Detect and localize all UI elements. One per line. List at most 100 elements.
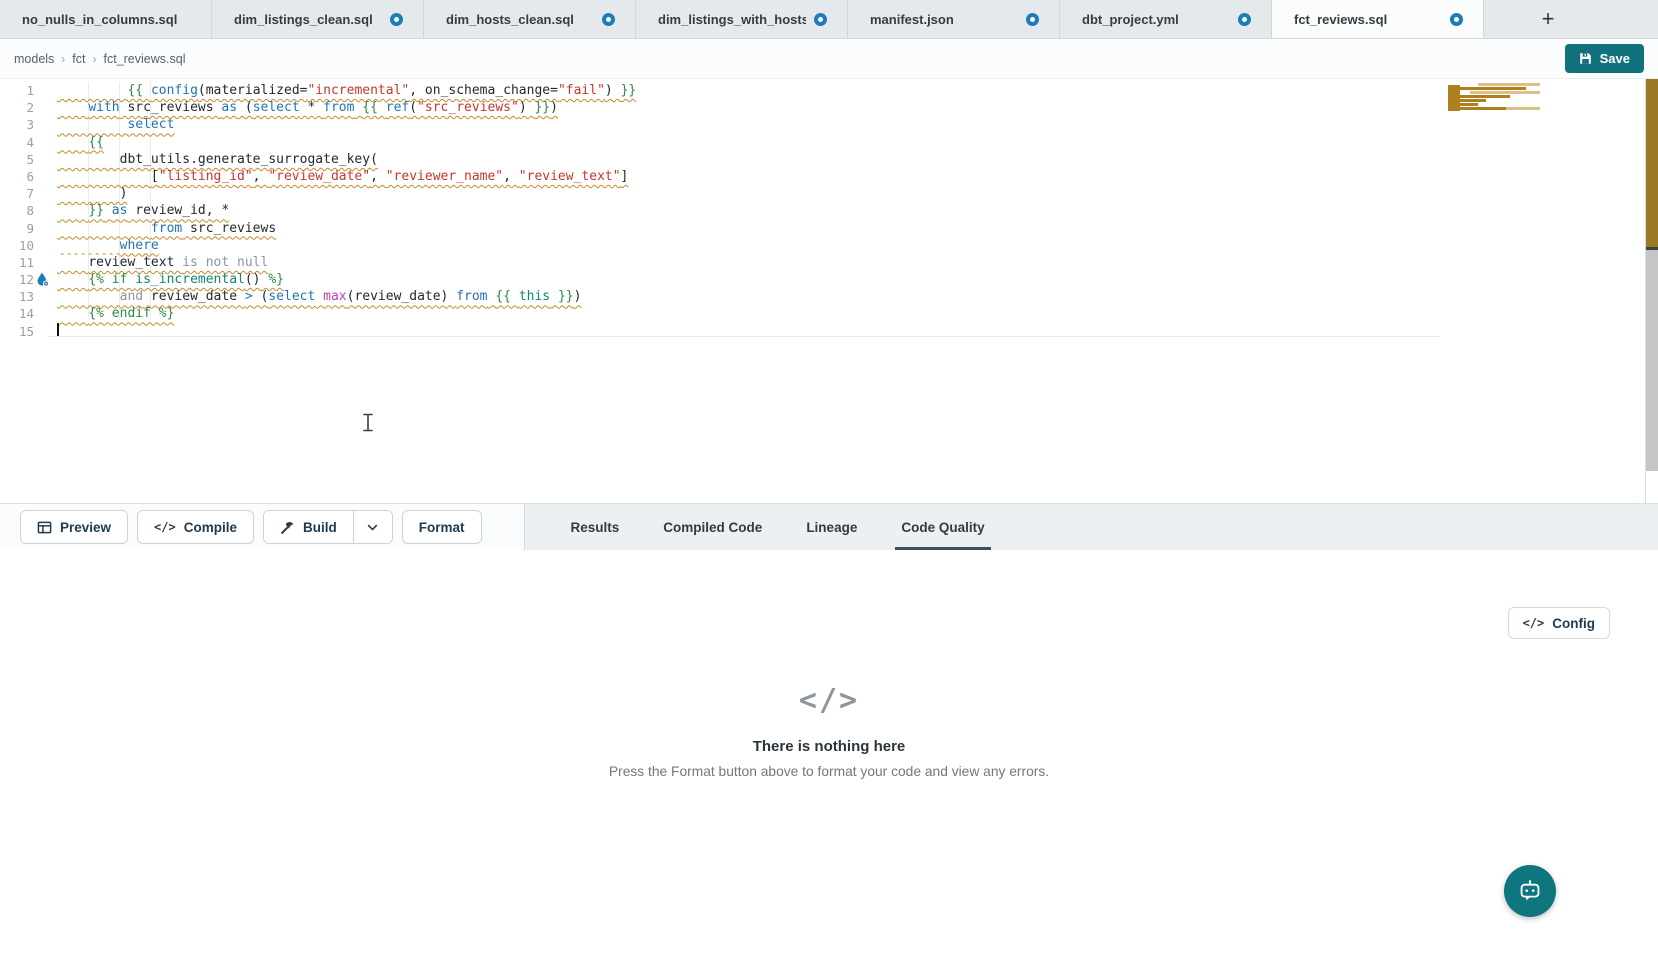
line-text: select (34, 116, 174, 133)
tab-code-quality[interactable]: Code Quality (901, 504, 984, 550)
tab-no_nulls_in_columns.sql[interactable]: no_nulls_in_columns.sql (0, 0, 212, 38)
build-button-label: Build (303, 520, 337, 535)
chat-icon (1517, 878, 1543, 904)
warning-underlined-code: with src_reviews as (select * from {{ re… (57, 100, 558, 115)
tab-label: dbt_project.yml (1082, 12, 1179, 27)
warning-underlined-code: {% endif %} (57, 306, 174, 321)
save-icon (1579, 52, 1592, 65)
breadcrumb-item[interactable]: models (14, 52, 54, 66)
line-number: 11 (0, 254, 34, 271)
unsaved-changes-dot-icon (1238, 13, 1251, 26)
tab-dim_listings_with_hosts.sql[interactable]: dim_listings_with_hosts.sql (636, 0, 848, 38)
line-number: 6 (0, 168, 34, 185)
code-line-15[interactable]: 15 (0, 323, 1658, 340)
chevron-down-icon (366, 521, 379, 534)
unsaved-changes-dot-icon (814, 13, 827, 26)
breadcrumb-bar: models › fct › fct_reviews.sql Save (0, 39, 1658, 79)
tab-compiled-code[interactable]: Compiled Code (663, 504, 762, 550)
tab-dbt_project.yml[interactable]: dbt_project.yml (1060, 0, 1272, 38)
unsaved-changes-dot-icon (602, 13, 615, 26)
line-text: {{ config(materialized="incremental", on… (34, 82, 636, 99)
warning-underlined-code: ) (57, 186, 127, 201)
line-text: dbt_utils.generate_surrogate_key( (34, 151, 378, 168)
editor-toolbar: Preview </> Compile Build Format Results Comp… (0, 503, 1658, 550)
tab-fct_reviews.sql[interactable]: fct_reviews.sql (1272, 0, 1484, 38)
code-line-10[interactable]: 10 where (0, 237, 1658, 254)
line-number: 4 (0, 134, 34, 151)
code-line-12[interactable]: 12 {% if is_incremental() %} (0, 271, 1658, 288)
code-line-4[interactable]: 4 {{ (0, 134, 1658, 151)
warning-underlined-code: {% if is_incremental() %} (57, 272, 284, 287)
line-text: and review_date > (select max(review_dat… (34, 288, 581, 305)
breadcrumb-separator-icon: › (61, 52, 65, 66)
line-number: 1 (0, 82, 34, 99)
breadcrumb-item[interactable]: fct (72, 52, 85, 66)
tab-results[interactable]: Results (571, 504, 620, 550)
new-tab-button[interactable]: + (1534, 0, 1562, 38)
line-text: {% endif %} (34, 305, 174, 322)
warning-underlined-code: and review_date > (select max(review_dat… (57, 289, 581, 304)
tab-manifest.json[interactable]: manifest.json (848, 0, 1060, 38)
unsaved-changes-dot-icon (1450, 13, 1463, 26)
line-number: 12 (0, 271, 34, 288)
empty-state-subtitle: Press the Format button above to format … (609, 764, 1049, 779)
config-button-label: Config (1552, 616, 1595, 631)
code-line-14[interactable]: 14 {% endif %} (0, 305, 1658, 322)
editor-scrollbar[interactable] (1645, 79, 1658, 503)
config-button[interactable]: </> Config (1508, 607, 1610, 639)
dbt-ide-window: no_nulls_in_columns.sql dim_listings_clea… (0, 0, 1658, 955)
code-line-6[interactable]: 6 ["listing_id", "review_date", "reviewe… (0, 168, 1658, 185)
warning-underlined-code: {{ config(materialized="incremental", on… (57, 83, 636, 98)
save-button[interactable]: Save (1565, 44, 1644, 73)
code-line-1[interactable]: 1 {{ config(materialized="incremental", … (0, 82, 1658, 99)
build-dropdown-button[interactable] (354, 511, 392, 543)
code-line-3[interactable]: 3 select (0, 116, 1658, 133)
line-number: 8 (0, 202, 34, 219)
code-editor[interactable]: 1 {{ config(materialized="incremental", … (0, 79, 1658, 503)
chat-assistant-button[interactable] (1504, 865, 1556, 917)
warning-underlined-code: select (57, 117, 174, 132)
warning-underlined-code: from src_reviews (57, 221, 276, 236)
preview-button[interactable]: Preview (20, 510, 128, 544)
build-button[interactable]: Build (264, 511, 353, 543)
code-line-8[interactable]: 8 }} as review_id, * (0, 202, 1658, 219)
line-number: 2 (0, 99, 34, 116)
code-icon: </> (154, 520, 176, 534)
tab-label: dim_listings_with_hosts.sql (658, 12, 806, 27)
format-button[interactable]: Format (402, 510, 482, 544)
tab-label: no_nulls_in_columns.sql (22, 12, 177, 27)
code-line-7[interactable]: 7 ) (0, 185, 1658, 202)
empty-state-title: There is nothing here (753, 738, 906, 755)
tab-bar: no_nulls_in_columns.sql dim_listings_clea… (0, 0, 1658, 39)
minimap[interactable] (1448, 83, 1540, 117)
tab-dim_listings_clean.sql[interactable]: dim_listings_clean.sql (212, 0, 424, 38)
code-lines: 1 {{ config(materialized="incremental", … (0, 79, 1658, 340)
warning-underlined-code: review_text is not null (57, 255, 268, 270)
save-button-label: Save (1600, 51, 1630, 66)
compile-button[interactable]: </> Compile (137, 510, 254, 544)
tab-bar-tabs: no_nulls_in_columns.sql dim_listings_clea… (0, 0, 1484, 38)
tab-dim_hosts_clean.sql[interactable]: dim_hosts_clean.sql (424, 0, 636, 38)
line-text: ) (34, 185, 127, 202)
line-text: from src_reviews (34, 220, 276, 237)
line-text: {{ (34, 134, 104, 151)
line-text: ["listing_id", "review_date", "reviewer_… (34, 168, 628, 185)
results-panel: </> Config </> There is nothing here Pre… (0, 550, 1658, 954)
compile-button-label: Compile (184, 520, 237, 535)
scrollbar-track (1646, 250, 1658, 471)
breadcrumb-separator-icon: › (93, 52, 97, 66)
code-line-2[interactable]: 2 with src_reviews as (select * from {{ … (0, 99, 1658, 116)
breadcrumb-item[interactable]: fct_reviews.sql (104, 52, 186, 66)
code-icon: </> (1523, 616, 1545, 630)
warning-underlined-code: dbt_utils.generate_surrogate_key( (57, 152, 378, 167)
tab-lineage[interactable]: Lineage (806, 504, 857, 550)
tab-label: manifest.json (870, 12, 954, 27)
scrollbar-warning-marks (1646, 79, 1658, 247)
code-line-11[interactable]: 11 review_text is not null (0, 254, 1658, 271)
warning-underlined-code: {{ (57, 135, 104, 150)
preview-button-label: Preview (60, 520, 111, 535)
code-line-5[interactable]: 5 dbt_utils.generate_surrogate_key( (0, 151, 1658, 168)
code-line-13[interactable]: 13 and review_date > (select max(review_… (0, 288, 1658, 305)
code-line-9[interactable]: 9 from src_reviews (0, 220, 1658, 237)
line-number: 9 (0, 220, 34, 237)
